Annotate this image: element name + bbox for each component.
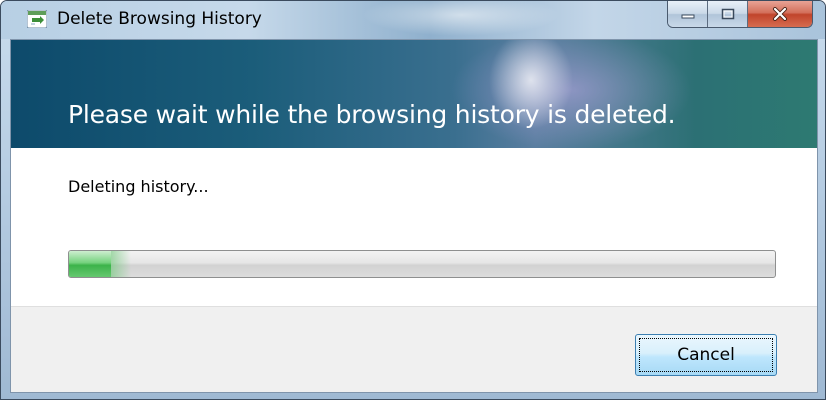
progress-bar — [68, 250, 776, 278]
close-button[interactable] — [748, 1, 812, 27]
cancel-button[interactable]: Cancel — [635, 334, 777, 376]
minimize-button[interactable] — [668, 1, 708, 27]
header-banner: Please wait while the browsing history i… — [11, 40, 817, 148]
dialog-window: Delete Browsing History Please wait whil… — [0, 0, 826, 400]
title-bar[interactable]: Delete Browsing History — [1, 1, 825, 39]
banner-message: Please wait while the browsing history i… — [68, 100, 676, 129]
window-title: Delete Browsing History — [57, 9, 262, 29]
dialog-body: Please wait while the browsing history i… — [10, 39, 818, 393]
button-footer: Cancel — [11, 306, 817, 392]
delete-history-icon — [27, 10, 47, 28]
minimize-icon — [681, 14, 694, 19]
maximize-button[interactable] — [708, 1, 748, 27]
close-icon — [773, 7, 787, 21]
maximize-icon — [721, 8, 734, 20]
caption-buttons — [667, 1, 813, 28]
cancel-button-label: Cancel — [639, 338, 773, 372]
status-label: Deleting history... — [68, 177, 209, 196]
progress-fill — [69, 251, 132, 277]
